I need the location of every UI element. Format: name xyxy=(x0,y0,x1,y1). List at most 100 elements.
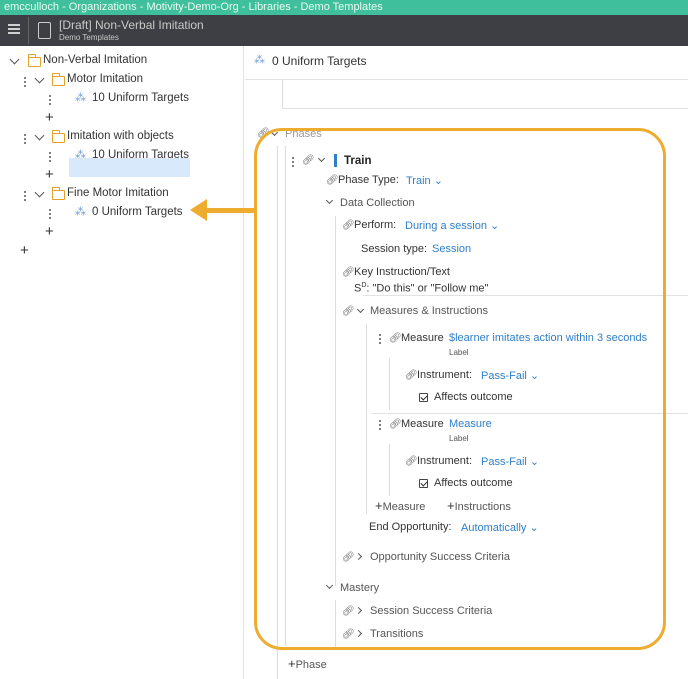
drag-handle-icon[interactable] xyxy=(24,134,27,144)
link-icon[interactable]: 🔗︎ xyxy=(389,419,402,430)
link-icon[interactable]: 🔗︎ xyxy=(342,629,355,640)
chevron-down-icon[interactable] xyxy=(9,54,20,65)
targets-icon: ⁂ xyxy=(75,206,86,218)
chevron-down-icon[interactable] xyxy=(270,128,279,137)
instrument-label: Instrument: xyxy=(417,455,473,467)
tree-root-label[interactable]: Non-Verbal Imitation xyxy=(43,54,147,66)
guide-line xyxy=(389,444,390,496)
link-icon[interactable]: 🔗︎ xyxy=(342,306,355,317)
link-icon[interactable]: 🔗︎ xyxy=(389,333,402,344)
instrument-select[interactable]: Pass-Fail ⌄ xyxy=(481,455,539,468)
transitions-label[interactable]: Transitions xyxy=(370,628,423,640)
affects-outcome-checkbox[interactable] xyxy=(419,393,428,402)
drag-handle-icon[interactable] xyxy=(49,152,52,162)
perform-value: During a session xyxy=(405,220,487,232)
chevron-right-icon[interactable] xyxy=(354,606,363,615)
add-target-icon[interactable]: + xyxy=(45,167,54,182)
chevron-right-icon[interactable] xyxy=(354,629,363,638)
tree-group-label[interactable]: Imitation with objects xyxy=(67,130,174,142)
template-tree: Non-Verbal Imitation Motor Imitation ⁂ 1… xyxy=(0,46,244,679)
callout-arrow-head xyxy=(190,199,207,221)
phase-type-select[interactable]: Train ⌄ xyxy=(406,174,443,187)
add-measure-label: Measure xyxy=(382,501,426,513)
chevron-right-icon[interactable] xyxy=(354,552,363,561)
chevron-down-icon: ⌄ xyxy=(490,220,500,232)
instrument-label: Instrument: xyxy=(417,369,473,381)
link-icon[interactable]: 🔗︎ xyxy=(405,456,418,467)
app-header: [Draft] Non-Verbal Imitation Demo Templa… xyxy=(0,15,688,46)
key-instruction-input[interactable]: SD: "Do this" or "Follow me" xyxy=(354,282,488,295)
phase-type-label: Phase Type: xyxy=(338,174,399,186)
chevron-down-icon[interactable] xyxy=(34,130,45,141)
chevron-down-icon: ⌄ xyxy=(529,370,540,382)
measure-value[interactable]: $learner imitates action within 3 second… xyxy=(449,332,647,344)
drag-handle-icon[interactable] xyxy=(49,95,52,105)
add-target-icon[interactable]: + xyxy=(45,110,54,125)
drag-handle-icon[interactable] xyxy=(49,209,52,219)
add-target-icon[interactable]: + xyxy=(45,224,54,239)
instrument-value: Pass-Fail xyxy=(481,456,527,468)
link-icon[interactable]: 🔗︎ xyxy=(342,606,355,617)
end-opportunity-select[interactable]: Automatically ⌄ xyxy=(461,521,539,534)
add-phase-button[interactable]: +Phase xyxy=(288,656,327,671)
link-icon[interactable]: 🔗︎ xyxy=(302,155,315,166)
folder-icon xyxy=(52,73,65,86)
content-heading: 0 Uniform Targets xyxy=(272,54,367,68)
add-measure-button[interactable]: +Measure xyxy=(375,498,425,513)
add-group-icon[interactable]: + xyxy=(20,243,29,258)
chevron-down-icon[interactable] xyxy=(34,187,45,198)
measure-label: Measure xyxy=(401,332,444,344)
key-instruction-value: : "Do this" or "Follow me" xyxy=(366,282,489,295)
link-icon[interactable]: 🔗︎ xyxy=(342,267,355,278)
hamburger-menu-icon[interactable] xyxy=(8,24,20,34)
tree-target-label[interactable]: 10 Uniform Targets xyxy=(92,92,189,104)
folder-icon xyxy=(52,187,65,200)
link-icon[interactable]: 🔗︎ xyxy=(326,175,339,186)
link-icon[interactable]: 🔗︎ xyxy=(342,552,355,563)
selected-highlight xyxy=(69,158,190,177)
measure-label: Measure xyxy=(401,418,444,430)
chevron-down-icon[interactable] xyxy=(34,73,45,84)
phase-name: Train xyxy=(344,155,372,167)
end-opportunity-value: Automatically xyxy=(461,522,527,534)
guide-line xyxy=(366,324,367,514)
link-icon[interactable]: 🔗︎ xyxy=(257,128,270,139)
document-icon xyxy=(38,22,51,39)
affects-outcome-checkbox[interactable] xyxy=(419,479,428,488)
drag-handle-icon[interactable] xyxy=(379,420,382,430)
guide-line xyxy=(277,146,278,679)
drag-handle-icon[interactable] xyxy=(292,157,295,167)
add-instructions-button[interactable]: +Instructions xyxy=(447,498,511,513)
perform-select[interactable]: During a session ⌄ xyxy=(405,219,499,232)
tree-group-label[interactable]: Fine Motor Imitation xyxy=(67,187,169,199)
session-type-value[interactable]: Session xyxy=(432,243,471,255)
data-collection-label: Data Collection xyxy=(340,197,415,209)
add-phase-label: Phase xyxy=(295,659,327,671)
phase-marker xyxy=(334,154,337,167)
guide-line xyxy=(282,80,283,108)
measure-value[interactable]: Measure xyxy=(449,418,492,430)
chevron-down-icon[interactable] xyxy=(325,581,334,590)
chevron-down-icon[interactable] xyxy=(325,196,334,205)
opportunity-success-label[interactable]: Opportunity Success Criteria xyxy=(370,551,510,563)
measures-label: Measures & Instructions xyxy=(370,305,488,317)
session-success-label[interactable]: Session Success Criteria xyxy=(370,605,492,617)
folder-icon xyxy=(52,130,65,143)
drag-handle-icon[interactable] xyxy=(379,334,382,344)
affects-outcome-label: Affects outcome xyxy=(434,391,513,403)
link-icon[interactable]: 🔗︎ xyxy=(342,220,355,231)
link-icon[interactable]: 🔗︎ xyxy=(405,370,418,381)
plus-icon: + xyxy=(375,498,383,513)
drag-handle-icon[interactable] xyxy=(24,191,27,201)
tree-target-label-selected[interactable]: 0 Uniform Targets xyxy=(92,206,183,218)
instrument-select[interactable]: Pass-Fail ⌄ xyxy=(481,369,539,382)
divider xyxy=(245,79,688,80)
affects-outcome-label: Affects outcome xyxy=(434,477,513,489)
drag-handle-icon[interactable] xyxy=(24,77,27,87)
guide-line xyxy=(335,216,336,586)
phase-type-value: Train xyxy=(406,175,431,187)
chevron-down-icon[interactable] xyxy=(356,305,365,314)
chevron-down-icon: ⌄ xyxy=(529,456,540,468)
chevron-down-icon[interactable] xyxy=(317,154,326,163)
tree-group-label[interactable]: Motor Imitation xyxy=(67,73,143,85)
